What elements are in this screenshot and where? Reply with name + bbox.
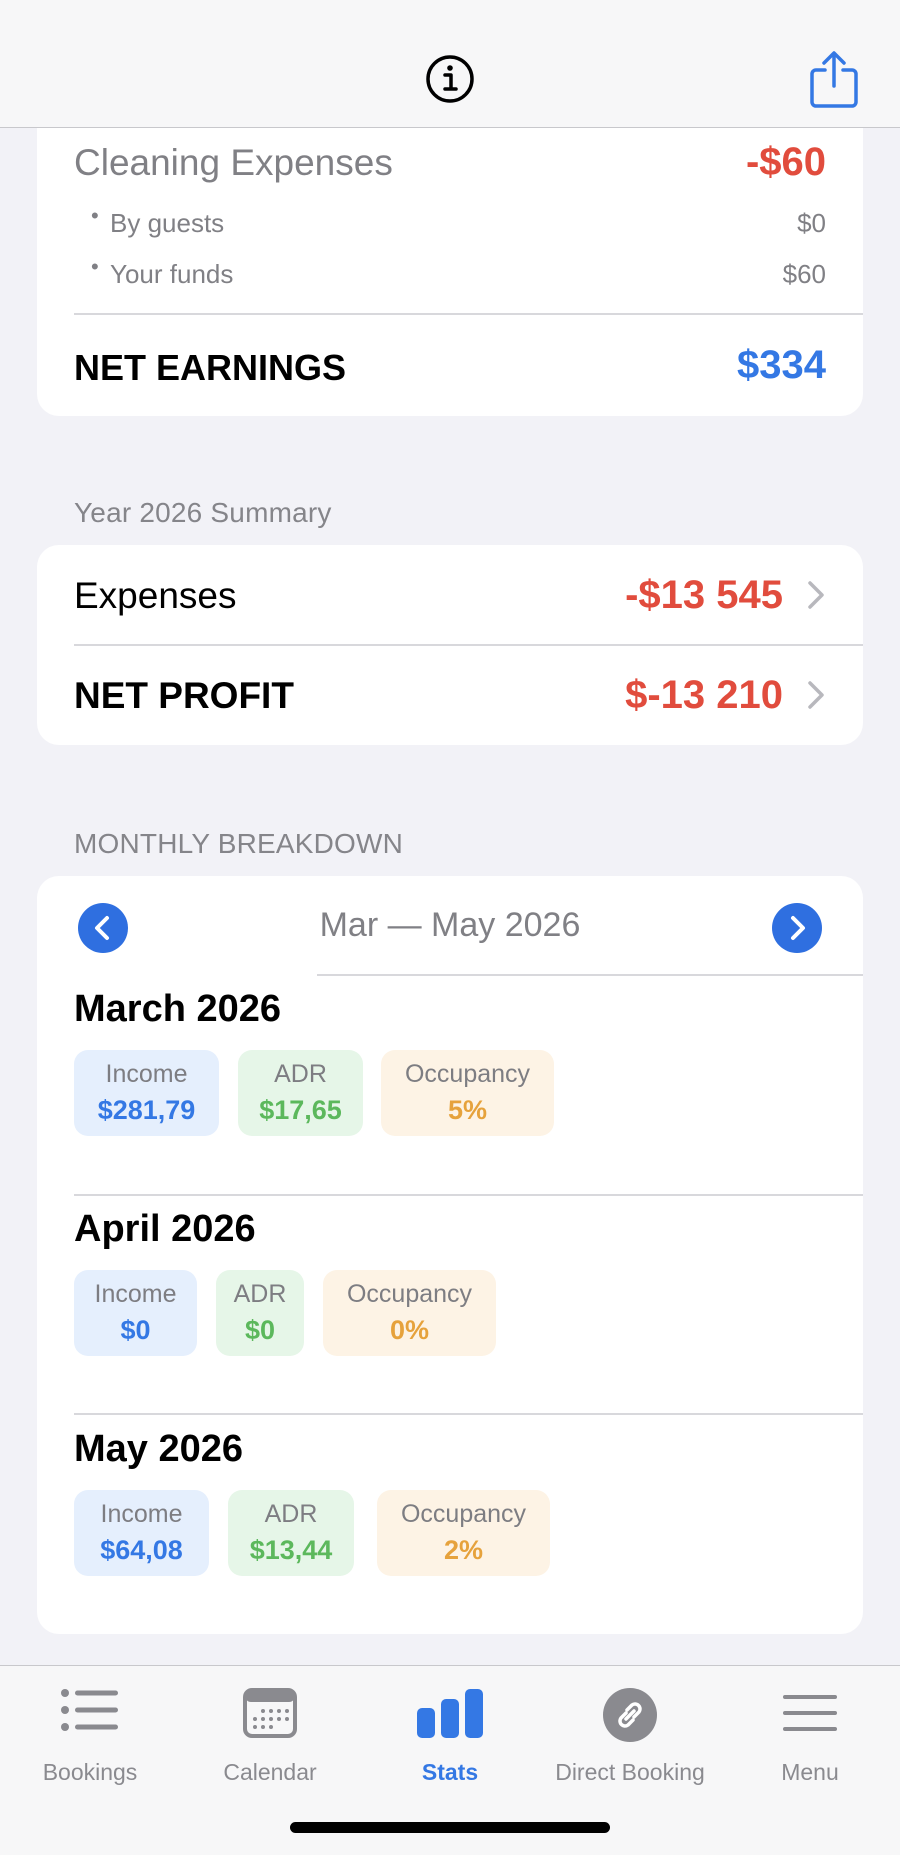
occupancy-pill: Occupancy 5% [381, 1050, 554, 1136]
chevron-right-icon [808, 681, 824, 709]
chevron-right-icon [808, 581, 824, 609]
year-summary-header: Year 2026 Summary [74, 497, 332, 528]
income-label: Income [100, 1500, 183, 1528]
occupancy-value: 0% [389, 1315, 430, 1345]
link-icon [603, 1688, 657, 1742]
income-value: $0 [120, 1315, 151, 1345]
adr-label: ADR [274, 1060, 327, 1088]
month-section-may[interactable]: May 2026 Income $64,08 ADR $13,44 Occupa… [37, 1416, 863, 1634]
monthly-breakdown-card: Mar — May 2026 March 2026 Income $281,79… [37, 876, 863, 1634]
adr-value: $13,44 [249, 1535, 333, 1565]
occupancy-pill: Occupancy 2% [377, 1490, 550, 1576]
your-funds-label: Your funds [110, 259, 234, 289]
bar-chart-icon [417, 1689, 483, 1738]
tab-menu[interactable]: Menu [720, 1666, 900, 1796]
your-funds-value: $60 [782, 259, 826, 289]
month-section-march[interactable]: March 2026 Income $281,79 ADR $17,65 Occ… [37, 976, 863, 1196]
adr-pill: ADR $17,65 [238, 1050, 363, 1136]
adr-pill: ADR $13,44 [228, 1490, 354, 1576]
net-profit-label: NET PROFIT [74, 675, 294, 716]
by-guests-value: $0 [797, 208, 826, 238]
adr-pill: ADR $0 [216, 1270, 304, 1356]
tab-label: Stats [421, 1759, 479, 1785]
occupancy-pill: Occupancy 0% [323, 1270, 496, 1356]
cleaning-expenses-value: -$60 [745, 140, 826, 184]
net-profit-value: $-13 210 [625, 673, 783, 717]
calendar-icon [243, 1688, 297, 1738]
expenses-value: -$13 545 [625, 573, 783, 617]
earnings-card: Cleaning Expenses -$60 • By guests $0 • … [37, 100, 863, 416]
month-section-april[interactable]: April 2026 Income $0 ADR $0 Occupancy 0% [37, 1196, 863, 1414]
date-range-label: Mar — May 2026 [319, 906, 581, 944]
occupancy-value: 5% [447, 1095, 488, 1125]
month-title: April 2026 [74, 1208, 256, 1250]
tab-label: Direct Booking [555, 1759, 705, 1785]
monthly-breakdown-header: MONTHLY BREAKDOWN [74, 828, 404, 859]
scroll-content[interactable]: Cleaning Expenses -$60 • By guests $0 • … [0, 0, 900, 1665]
tab-stats[interactable]: Stats [360, 1666, 540, 1796]
income-value: $281,79 [97, 1095, 196, 1125]
tab-calendar[interactable]: Calendar [180, 1666, 360, 1796]
occupancy-label: Occupancy [404, 1060, 531, 1088]
by-guests-label: By guests [110, 208, 225, 238]
income-pill: Income $281,79 [74, 1050, 219, 1136]
bullet: • [91, 203, 99, 228]
month-title: March 2026 [74, 988, 282, 1030]
occupancy-label: Occupancy [346, 1280, 473, 1308]
list-icon [61, 1689, 118, 1731]
adr-value: $0 [244, 1315, 276, 1345]
tab-direct-booking[interactable]: Direct Booking [540, 1666, 720, 1796]
cleaning-expenses-label: Cleaning Expenses [74, 142, 393, 183]
income-pill: Income $0 [74, 1270, 197, 1356]
occupancy-label: Occupancy [400, 1500, 527, 1528]
month-title: May 2026 [74, 1428, 244, 1470]
adr-value: $17,65 [259, 1095, 342, 1125]
bullet: • [91, 254, 99, 279]
adr-label: ADR [233, 1280, 287, 1308]
income-label: Income [94, 1280, 177, 1308]
next-range-button[interactable] [772, 903, 822, 953]
tab-bookings[interactable]: Bookings [0, 1666, 180, 1796]
net-earnings-label: NET EARNINGS [74, 347, 347, 388]
income-value: $64,08 [100, 1535, 183, 1565]
tab-label: Bookings [42, 1759, 138, 1785]
expenses-label: Expenses [74, 575, 237, 616]
net-earnings-value: $334 [737, 343, 826, 387]
year-summary-card: Expenses -$13 545 NET PROFIT $-13 210 [37, 545, 863, 745]
navigation-bar [0, 0, 900, 128]
info-icon[interactable] [425, 54, 475, 104]
tab-label: Menu [781, 1759, 839, 1785]
chevron-right-icon [791, 916, 805, 940]
income-pill: Income $64,08 [74, 1490, 209, 1576]
adr-label: ADR [264, 1500, 318, 1528]
divider [74, 1413, 863, 1415]
home-indicator[interactable] [290, 1822, 610, 1833]
expenses-row[interactable]: Expenses -$13 545 [37, 545, 863, 645]
income-label: Income [105, 1060, 188, 1088]
hamburger-icon [783, 1695, 837, 1731]
occupancy-value: 2% [443, 1535, 484, 1565]
share-icon[interactable] [808, 50, 860, 110]
divider [74, 313, 863, 315]
tab-label: Calendar [223, 1759, 317, 1785]
net-profit-row[interactable]: NET PROFIT $-13 210 [37, 645, 863, 745]
